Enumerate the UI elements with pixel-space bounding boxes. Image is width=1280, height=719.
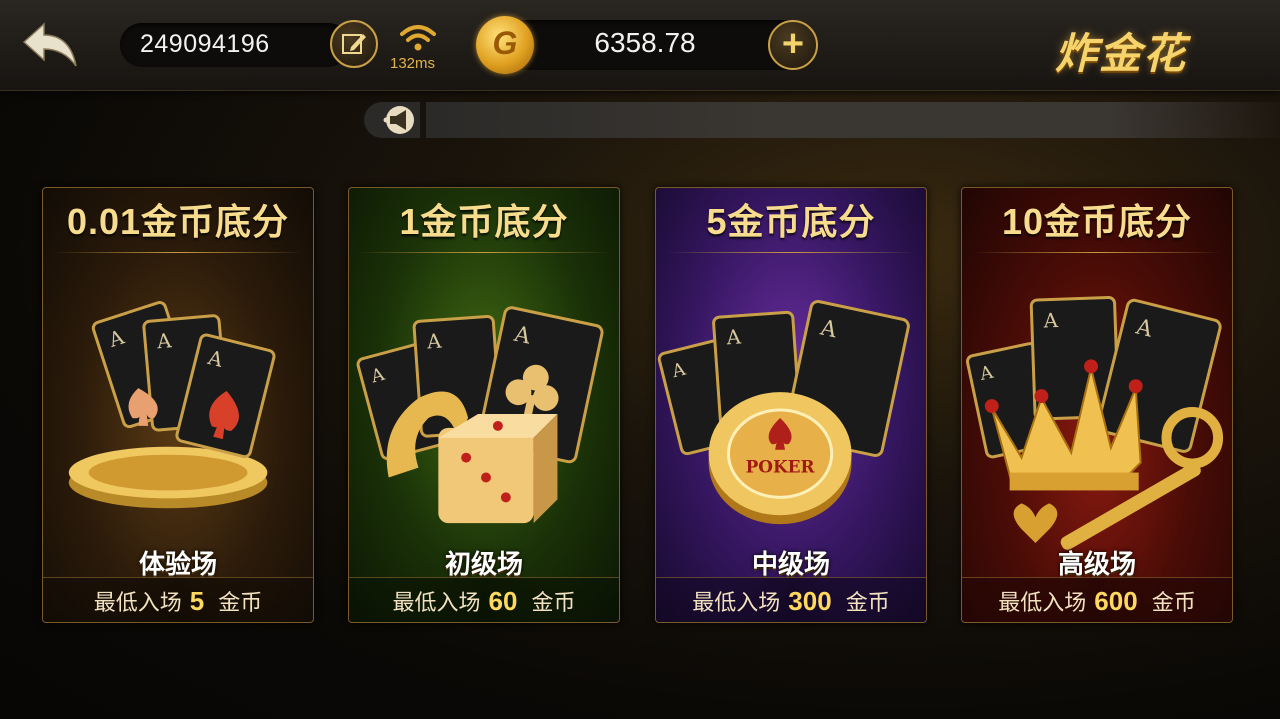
min-entry-label: 最低入场 <box>692 590 781 615</box>
room-level: 高级场 <box>1057 549 1136 579</box>
header-divider <box>666 252 916 253</box>
stake-label: 10金币底分 <box>1001 201 1193 242</box>
card-rank: A <box>725 325 743 349</box>
cards-and-dice-icon: A A A <box>356 306 604 524</box>
header-divider <box>972 252 1222 253</box>
card-rank: A <box>425 330 443 354</box>
room-card-intermediate[interactable]: 5金币底分 A A A POKER 中级场 最低入场 300 金币 <box>655 187 927 623</box>
cards-and-poker-chip-icon: A A A POKER <box>657 299 910 525</box>
room-card-beginner[interactable]: 1金币底分 A A A 初级场 最低入场 60 金币 <box>348 187 620 623</box>
min-entry-value: 5 <box>189 586 205 616</box>
ping-label: 132ms <box>390 55 436 72</box>
user-id: 249094196 <box>140 30 270 58</box>
room-level: 体验场 <box>138 549 217 579</box>
room-level: 中级场 <box>751 549 830 579</box>
stake-label: 0.01金币底分 <box>66 201 290 242</box>
min-entry-unit: 金币 <box>1151 590 1196 615</box>
stake-label: 1金币底分 <box>399 201 569 242</box>
min-entry-unit: 金币 <box>531 590 576 615</box>
header-divider <box>359 252 609 253</box>
chip-text: POKER <box>746 457 816 477</box>
wifi-signal-icon <box>400 25 436 51</box>
gold-coin-icon: G <box>476 16 534 74</box>
coin-balance: 6358.78 <box>594 27 696 58</box>
min-entry: 最低入场 600 金币 <box>962 577 1232 622</box>
trial-cards-pedestal-icon: A A A <box>68 301 276 509</box>
min-entry-value: 300 <box>788 586 832 616</box>
min-entry-unit: 金币 <box>845 590 890 615</box>
card-rank: A <box>1042 309 1059 333</box>
min-entry-value: 60 <box>488 586 518 616</box>
notice-area <box>364 102 420 138</box>
edit-icon <box>342 34 366 54</box>
coin-symbol: G <box>492 25 518 61</box>
room-card-trial[interactable]: 0.01金币底分 A A A 体验场 最低入场 5 金币 <box>42 187 314 623</box>
min-entry-label: 最低入场 <box>998 590 1087 615</box>
edit-profile-button[interactable] <box>330 20 378 68</box>
min-entry: 最低入场 300 金币 <box>656 577 926 622</box>
min-entry: 最低入场 5 金币 <box>43 577 313 622</box>
back-arrow-icon[interactable] <box>20 22 80 70</box>
min-entry-unit: 金币 <box>218 590 263 615</box>
game-title: 炸金花 <box>1055 30 1188 77</box>
add-coins-button[interactable]: + <box>768 20 818 70</box>
room-level: 初级场 <box>444 549 523 579</box>
crown-and-key-icon: A A A <box>965 296 1224 550</box>
min-entry-label: 最低入场 <box>93 590 182 615</box>
card-rank: A <box>155 329 173 353</box>
min-entry-label: 最低入场 <box>392 590 481 615</box>
notice-marquee <box>426 102 1280 138</box>
min-entry: 最低入场 60 金币 <box>349 577 619 622</box>
min-entry-value: 600 <box>1094 586 1138 616</box>
header-divider <box>53 252 303 253</box>
room-card-advanced[interactable]: 10金币底分 A A A 高级场 最低入场 600 金币 <box>961 187 1233 623</box>
stake-label: 5金币底分 <box>706 201 876 242</box>
megaphone-icon <box>383 106 414 134</box>
